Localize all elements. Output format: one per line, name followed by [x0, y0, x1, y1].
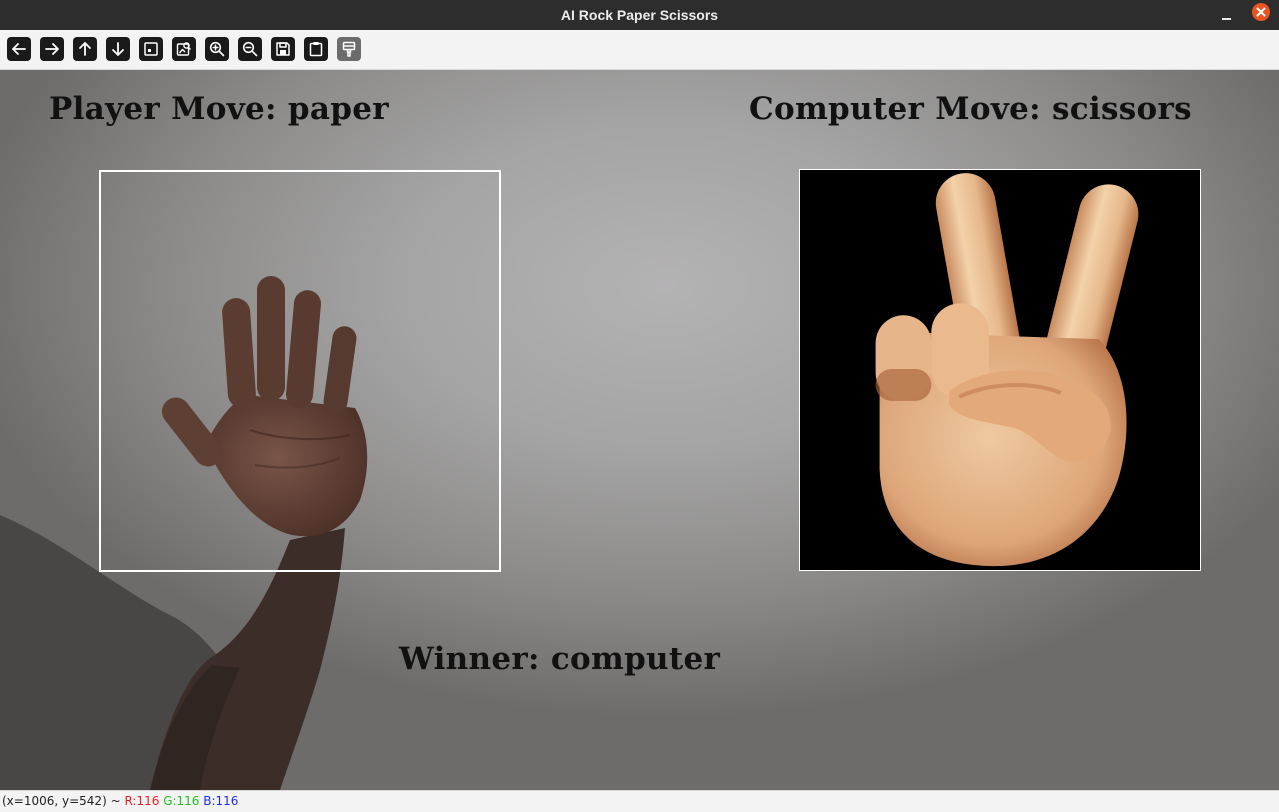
save-button[interactable]: [271, 37, 295, 61]
pan-up-button[interactable]: [73, 37, 97, 61]
properties-button[interactable]: [337, 37, 361, 61]
copy-to-clipboard-button[interactable]: [304, 37, 328, 61]
zoom-in-icon: [209, 41, 225, 57]
window-title: AI Rock Paper Scissors: [560, 7, 719, 23]
arrow-right-icon: [45, 43, 59, 55]
pan-down-button[interactable]: [106, 37, 130, 61]
pixel-blue-value: B:116: [203, 794, 239, 808]
zoom-original-button[interactable]: [139, 37, 163, 61]
image-fit-icon: [144, 42, 158, 56]
player-move-label: Player Move: paper: [49, 91, 389, 127]
arrow-up-icon: [79, 42, 91, 56]
zoom-to-fit-button[interactable]: [172, 37, 196, 61]
arrow-left-icon: [12, 43, 26, 55]
status-bar: (x=1006, y=542) ~ R:116 G:116 B:116: [0, 790, 1279, 812]
zoom-out-button[interactable]: [238, 37, 262, 61]
minimize-icon: [1221, 18, 1231, 20]
clipboard-icon: [309, 42, 323, 57]
pan-right-button[interactable]: [40, 37, 64, 61]
paint-brush-icon: [342, 41, 356, 57]
app-window: AI Rock Paper Scissors Player Move: pape…: [0, 0, 1279, 812]
pixel-green-value: G:116: [163, 794, 200, 808]
pixel-red-value: R:116: [124, 794, 160, 808]
cursor-coordinates: (x=1006, y=542) ~: [2, 794, 125, 808]
computer-move-image: [799, 169, 1201, 571]
image-search-icon: [176, 42, 191, 56]
save-icon: [276, 42, 290, 56]
minimize-button[interactable]: [1217, 6, 1235, 24]
zoom-in-button[interactable]: [205, 37, 229, 61]
toolbar: [0, 30, 1279, 70]
victory-hand-icon: [875, 173, 1139, 567]
close-button[interactable]: [1252, 3, 1270, 21]
winner-label: Winner: computer: [399, 641, 721, 677]
computer-move-label: Computer Move: scissors: [749, 91, 1192, 127]
close-icon: [1256, 7, 1266, 17]
camera-canvas[interactable]: Player Move: paper Computer Move: scisso…: [0, 70, 1279, 790]
title-bar: AI Rock Paper Scissors: [0, 0, 1279, 30]
zoom-out-icon: [242, 41, 258, 57]
pan-left-button[interactable]: [7, 37, 31, 61]
player-capture-box: [99, 170, 501, 572]
arrow-down-icon: [112, 42, 124, 56]
